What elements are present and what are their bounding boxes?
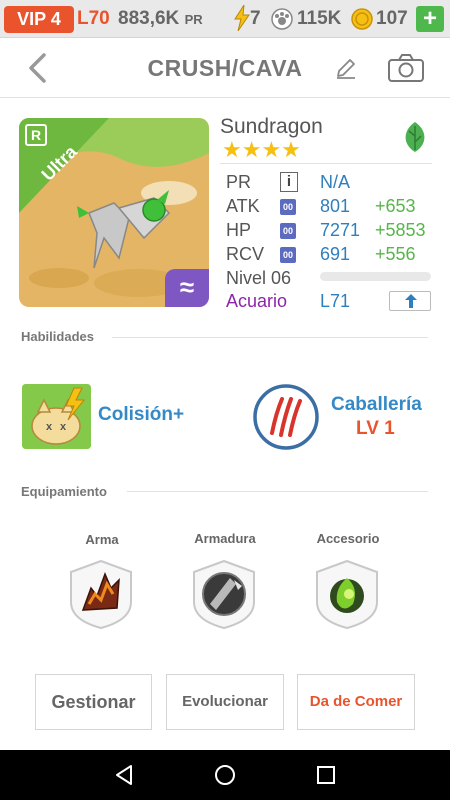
coin-icon [351,8,373,30]
accessory-slot-icon[interactable] [313,558,381,630]
divider [112,337,428,338]
stat-label-rcv: RCV [226,244,265,264]
stat-label-atk: ATK [226,196,260,216]
armor-label: Armadura [194,531,256,546]
evolve-button[interactable]: Evolucionar [166,674,284,730]
svg-text:x: x [60,421,67,433]
stat-value-atk: 801 [320,196,351,216]
xp-progress-bar [320,272,431,281]
upgrade-button[interactable] [389,291,431,311]
star-rating: ★★★★ [222,137,301,162]
weapon-slot-icon[interactable] [67,558,135,630]
armor-slot-icon[interactable] [190,558,258,630]
rarity-badge: R [25,124,47,146]
stat-label-hp: HP [226,220,252,240]
coin-value: 107 [376,8,408,29]
stat-bonus-rcv: +556 [375,244,416,264]
nature-leaf-icon [405,122,425,152]
claw-skill-icon[interactable] [252,383,320,451]
manage-button[interactable]: Gestionar [35,674,152,730]
monster-portrait[interactable]: R Ultra ≈ [19,118,209,307]
skill-name-collision[interactable]: Colisión+ [98,404,184,426]
status-bar: VIP 4 L70 883,6K PR 7 115K 107 + [0,0,450,38]
vip-badge[interactable]: VIP 4 [4,6,74,33]
weapon-label: Arma [85,532,119,547]
player-level: L70 [77,8,110,29]
camera-icon[interactable] [387,53,425,83]
hp-gem-icon: 00 [280,223,296,239]
svg-text:x: x [46,421,53,433]
add-coins-button[interactable]: + [416,6,444,32]
stat-value-rcv: 691 [320,244,351,264]
divider [127,491,428,492]
arrow-up-icon [405,294,417,308]
nav-home-icon[interactable] [214,764,236,786]
stat-bonus-atk: +653 [375,196,416,216]
skill-level: LV 1 [356,418,395,439]
info-icon[interactable]: i [280,172,298,192]
skills-section-title: Habilidades [21,329,94,344]
equipment-section-title: Equipamiento [21,484,107,499]
android-nav-bar [0,750,450,800]
attribute-level: L71 [320,291,351,311]
nav-back-icon[interactable] [113,764,135,786]
power-value: 883,6K PR [118,8,203,29]
collision-art: x x [22,384,91,449]
stat-value-hp: 7271 [320,220,361,240]
skill-name-cavalry[interactable]: Caballería [331,394,422,416]
attribute-name: Acuario [226,291,288,311]
header: CRUSH/CAVA [0,38,450,98]
atk-gem-icon: 00 [280,199,296,215]
nav-recents-icon[interactable] [315,764,337,786]
feed-button[interactable]: Da de Comer [297,674,415,730]
accessory-label: Accesorio [316,531,380,546]
energy-icon [234,5,250,31]
water-element-icon: ≈ [165,269,209,307]
rcv-gem-icon: 00 [280,247,296,263]
stat-bonus-hp: +5853 [375,220,426,240]
food-icon [271,8,293,30]
monster-name: Sundragon [220,115,323,138]
back-arrow-icon[interactable] [24,52,52,84]
edit-pencil-icon[interactable] [334,56,358,80]
page-title: CRUSH/CAVA [147,55,303,81]
divider [220,163,432,164]
stat-label-pr: PR [226,172,252,192]
energy-value: 7 [250,8,261,29]
collision-skill-icon[interactable]: x x [22,384,91,449]
stat-value-pr: N/A [320,172,351,192]
level-label: Nivel 06 [226,268,292,288]
food-value: 115K [297,8,342,29]
